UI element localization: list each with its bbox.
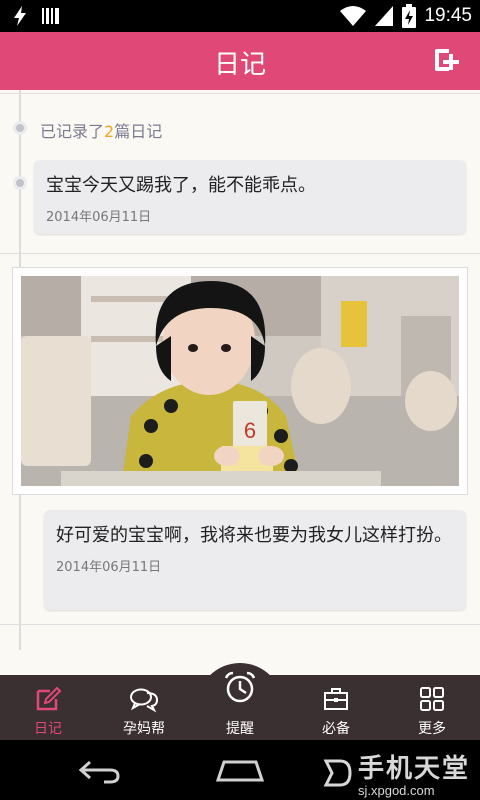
nav-item-essentials[interactable]: 必备 xyxy=(288,675,384,740)
diary-count: 已记录了2篇日记 xyxy=(40,122,163,141)
divider xyxy=(0,93,480,94)
diary-entry[interactable]: 好可爱的宝宝啊，我将来也要为我女儿这样打扮。 2014年06月11日 xyxy=(44,510,466,610)
system-nav-bar: 手机天堂 sj.xpgod.com xyxy=(0,740,480,800)
nav-item-remind[interactable]: 提醒 xyxy=(192,671,288,740)
watermark-url: sj.xpgod.com xyxy=(357,783,435,798)
briefcase-icon xyxy=(324,688,348,710)
watermark: 手机天堂 sj.xpgod.com xyxy=(320,748,470,798)
battery-charging-icon xyxy=(402,4,417,28)
nav-item-diary[interactable]: 日记 xyxy=(0,675,96,740)
pencil-icon xyxy=(36,686,62,711)
photo-image: 6 xyxy=(21,276,459,486)
entry-date: 2014年06月11日 xyxy=(56,560,162,575)
chat-bubbles-icon xyxy=(130,688,158,713)
divider xyxy=(0,624,480,625)
svg-text:6: 6 xyxy=(244,418,256,443)
timeline-dot xyxy=(13,121,27,135)
entry-text: 好可爱的宝宝啊，我将来也要为我女儿这样打扮。 xyxy=(56,525,452,546)
app-header: 日记 xyxy=(0,32,480,90)
entry-text: 宝宝今天又踢我了，能不能乖点。 xyxy=(46,175,316,196)
wifi-icon xyxy=(340,6,367,26)
barcode-icon xyxy=(42,8,59,24)
new-diary-button[interactable] xyxy=(432,46,460,74)
diary-timeline[interactable]: 已记录了2篇日记 宝宝今天又踢我了，能不能乖点。 2014年06月11日 6 好… xyxy=(0,90,480,675)
diary-photo[interactable]: 6 xyxy=(12,267,468,495)
status-bar: 19:45 xyxy=(0,0,480,32)
diary-entry[interactable]: 宝宝今天又踢我了，能不能乖点。 2014年06月11日 xyxy=(34,160,466,234)
watermark-logo-icon xyxy=(323,759,352,787)
watermark-title: 手机天堂 xyxy=(357,754,470,784)
grid-icon xyxy=(420,687,444,711)
home-icon[interactable] xyxy=(216,758,264,784)
nav-item-community[interactable]: 孕妈帮 xyxy=(96,675,192,740)
back-icon[interactable] xyxy=(78,758,122,784)
status-time: 19:45 xyxy=(424,5,472,26)
nav-item-more[interactable]: 更多 xyxy=(384,675,480,740)
timeline-dot xyxy=(13,176,27,190)
flash-icon xyxy=(14,6,26,26)
bottom-nav: 日记 孕妈帮 提醒 必备 更多 xyxy=(0,671,480,740)
signal-icon xyxy=(375,6,394,26)
entry-date: 2014年06月11日 xyxy=(46,210,152,225)
divider xyxy=(0,253,480,254)
page-title: 日记 xyxy=(213,50,266,80)
alarm-clock-icon xyxy=(224,671,256,703)
